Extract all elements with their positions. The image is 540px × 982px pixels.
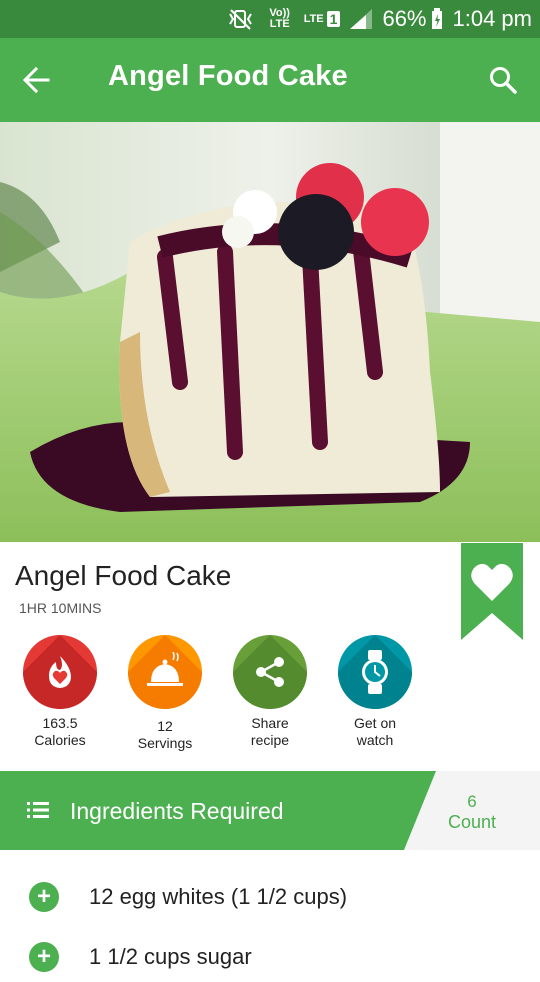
watch-label-line1: Get on	[353, 715, 397, 731]
stat-servings[interactable]: 12 Servings	[115, 635, 215, 752]
lte-label: LTE	[303, 12, 324, 25]
calorie-flame-icon	[23, 635, 97, 709]
serving-dish-icon	[128, 635, 202, 709]
watch-label-line2: watch	[356, 732, 394, 748]
ingredients-count: 6	[467, 792, 477, 811]
calories-value: 163.5	[42, 715, 78, 731]
share-label-line2: recipe	[250, 732, 290, 748]
mute-vibrate-icon	[226, 8, 256, 30]
get-on-watch-button[interactable]: Get on watch	[325, 635, 425, 749]
favorite-bookmark-button[interactable]	[461, 543, 523, 640]
search-icon[interactable]	[488, 65, 518, 95]
clock: 1:04 pm	[452, 6, 533, 31]
watch-icon	[338, 635, 412, 709]
servings-value: 12	[157, 718, 173, 734]
lte-signal-group: LTE 1	[304, 11, 341, 27]
ingredients-count-label: Count	[447, 812, 497, 832]
ingredients-title: Ingredients Required	[70, 798, 284, 824]
app-bar: Angel Food Cake	[0, 38, 540, 122]
ingredient-item[interactable]: + 1 1/2 cups sugar	[0, 932, 540, 982]
ingredient-text: 1 1/2 cups sugar	[89, 944, 252, 969]
add-ingredient-icon[interactable]: +	[29, 882, 59, 912]
share-label-line1: Share	[251, 715, 289, 731]
recipe-title: Angel Food Cake	[15, 560, 232, 591]
battery-percent: 66%	[382, 6, 427, 31]
ingredient-item[interactable]: + 12 egg whites (1 1/2 cups)	[0, 872, 540, 922]
battery-icon	[431, 8, 443, 30]
arrow-back-icon[interactable]	[22, 66, 50, 94]
stat-calories[interactable]: 163.5 Calories	[10, 635, 110, 749]
servings-label: Servings	[137, 735, 193, 751]
calories-label: Calories	[34, 732, 86, 748]
sim-badge: 1	[326, 11, 341, 27]
list-icon	[27, 801, 49, 819]
status-bar: Vo)) LTE LTE 1 66% 1:04 pm	[0, 0, 540, 38]
recipe-photo	[0, 122, 540, 542]
page-title: Angel Food Cake	[108, 60, 348, 92]
share-icon	[233, 635, 307, 709]
add-ingredient-icon[interactable]: +	[29, 942, 59, 972]
cook-duration: 1HR 10MINS	[19, 600, 102, 616]
volte-indicator: Vo)) LTE	[269, 7, 290, 30]
ingredient-text: 12 egg whites (1 1/2 cups)	[89, 884, 348, 909]
share-recipe-button[interactable]: Share recipe	[220, 635, 320, 749]
signal-strength-icon	[350, 9, 373, 29]
